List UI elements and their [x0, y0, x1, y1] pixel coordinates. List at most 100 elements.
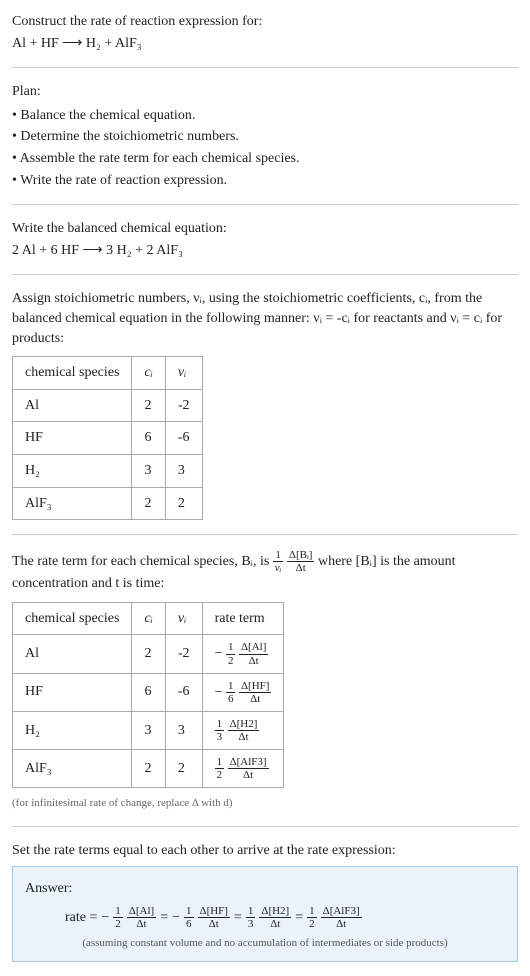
- table-cell: 2: [132, 635, 165, 673]
- table-cell: H₂: [13, 711, 132, 749]
- stoich-table: chemical speciescᵢνᵢAl2-2HF6-6H₂33AlF₃22: [12, 356, 203, 520]
- divider: [12, 204, 518, 205]
- table-cell: AlF₃: [13, 487, 132, 520]
- balanced-title: Write the balanced chemical equation:: [12, 219, 518, 239]
- table-row: Al2-2− 12 Δ[Al]Δt: [13, 635, 284, 673]
- table-header: chemical species: [13, 602, 132, 635]
- table-cell: HF: [13, 422, 132, 455]
- fraction-num: Δ[H2]: [259, 905, 291, 918]
- table-cell: 2: [132, 389, 165, 422]
- answer-label: Answer:: [25, 879, 505, 899]
- plan-list: • Balance the chemical equation.• Determ…: [12, 106, 518, 190]
- fraction-den: 3: [215, 731, 225, 743]
- equals-sign: =: [160, 908, 168, 928]
- table-row: AlF₃2212 Δ[AlF3]Δt: [13, 750, 284, 788]
- table-cell: 13 Δ[H2]Δt: [202, 711, 284, 749]
- fraction: 13: [215, 718, 225, 743]
- fraction-num: Δ[AlF3]: [228, 756, 269, 769]
- table-cell: -6: [165, 673, 202, 711]
- fraction-den: 2: [307, 918, 317, 930]
- rate-term-intro: The rate term for each chemical species,…: [12, 549, 518, 594]
- table-cell: 3: [132, 711, 165, 749]
- fraction: Δ[AlF3]Δt: [321, 905, 362, 930]
- table-cell: − 12 Δ[Al]Δt: [202, 635, 284, 673]
- fraction-num: Δ[AlF3]: [321, 905, 362, 918]
- fraction: 12: [307, 905, 317, 930]
- table-cell: Al: [13, 389, 132, 422]
- fraction-den: 2: [113, 918, 123, 930]
- sign: −: [172, 908, 180, 928]
- fraction-num: 1: [226, 680, 236, 693]
- fraction-num: Δ[Al]: [239, 641, 268, 654]
- fraction: Δ[HF]Δt: [239, 680, 271, 705]
- table-cell: 6: [132, 422, 165, 455]
- divider: [12, 826, 518, 827]
- divider: [12, 67, 518, 68]
- table-row: HF6-6: [13, 422, 203, 455]
- table-cell: H₂: [13, 454, 132, 487]
- table-header: cᵢ: [132, 357, 165, 390]
- table-header: cᵢ: [132, 602, 165, 635]
- fraction-num: Δ[HF]: [198, 905, 230, 918]
- fraction-num: Δ[Bᵢ]: [287, 549, 315, 562]
- answer-box: Answer: rate = −12Δ[Al]Δt = −16Δ[HF]Δt =…: [12, 866, 518, 962]
- equals-sign: =: [295, 908, 303, 928]
- sign: −: [215, 646, 226, 661]
- rate-expression: rate = −12Δ[Al]Δt = −16Δ[HF]Δt = 13Δ[H2]…: [25, 905, 505, 930]
- fraction-den: 3: [246, 918, 256, 930]
- plan-title: Plan:: [12, 82, 518, 102]
- table-cell: 3: [165, 454, 202, 487]
- answer-assumption-note: (assuming constant volume and no accumul…: [25, 936, 505, 951]
- table-header: chemical species: [13, 357, 132, 390]
- infinitesimal-note: (for infinitesimal rate of change, repla…: [12, 796, 518, 811]
- fraction-den: Δt: [321, 918, 362, 930]
- fraction: Δ[Bᵢ] Δt: [287, 549, 315, 574]
- rate-intro-pre: The rate term for each chemical species,…: [12, 554, 273, 569]
- fraction-num: 1: [273, 549, 284, 562]
- fraction-den: 2: [215, 769, 225, 781]
- fraction-den: Δt: [287, 562, 315, 574]
- table-cell: 2: [132, 487, 165, 520]
- fraction: 12: [113, 905, 123, 930]
- table-cell: 2: [132, 750, 165, 788]
- table-cell: -2: [165, 635, 202, 673]
- plan-item: • Write the rate of reaction expression.: [12, 171, 518, 191]
- table-cell: 6: [132, 673, 165, 711]
- fraction-den: Δt: [228, 731, 260, 743]
- table-cell: -2: [165, 389, 202, 422]
- fraction: Δ[H2]Δt: [259, 905, 291, 930]
- divider: [12, 274, 518, 275]
- fraction: Δ[Al]Δt: [239, 641, 268, 666]
- fraction-num: 1: [184, 905, 194, 918]
- fraction: 13: [246, 905, 256, 930]
- fraction: Δ[AlF3]Δt: [228, 756, 269, 781]
- plan-item: • Balance the chemical equation.: [12, 106, 518, 126]
- table-row: AlF₃22: [13, 487, 203, 520]
- fraction: 16: [226, 680, 236, 705]
- table-cell: -6: [165, 422, 202, 455]
- fraction-den: Δt: [239, 655, 268, 667]
- table-cell: HF: [13, 673, 132, 711]
- table-cell: 3: [165, 711, 202, 749]
- plan-item: • Assemble the rate term for each chemic…: [12, 149, 518, 169]
- equals-sign: =: [234, 908, 242, 928]
- table-cell: AlF₃: [13, 750, 132, 788]
- fraction: 12: [215, 756, 225, 781]
- table-header: νᵢ: [165, 602, 202, 635]
- fraction-den: Δt: [228, 769, 269, 781]
- table-cell: − 16 Δ[HF]Δt: [202, 673, 284, 711]
- table-cell: 2: [165, 750, 202, 788]
- table-cell: 2: [165, 487, 202, 520]
- table-cell: 12 Δ[AlF3]Δt: [202, 750, 284, 788]
- fraction-num: 1: [246, 905, 256, 918]
- fraction-num: Δ[HF]: [239, 680, 271, 693]
- fraction: 12: [226, 641, 236, 666]
- sign: −: [101, 908, 109, 928]
- fraction-num: 1: [215, 756, 225, 769]
- fraction: Δ[HF]Δt: [198, 905, 230, 930]
- rate-label: rate =: [65, 908, 97, 928]
- question-equation: Al + HF ⟶ H₂ + AlF₃: [12, 34, 518, 54]
- question-line1: Construct the rate of reaction expressio…: [12, 12, 518, 32]
- table-cell: 3: [132, 454, 165, 487]
- table-row: H₂33: [13, 454, 203, 487]
